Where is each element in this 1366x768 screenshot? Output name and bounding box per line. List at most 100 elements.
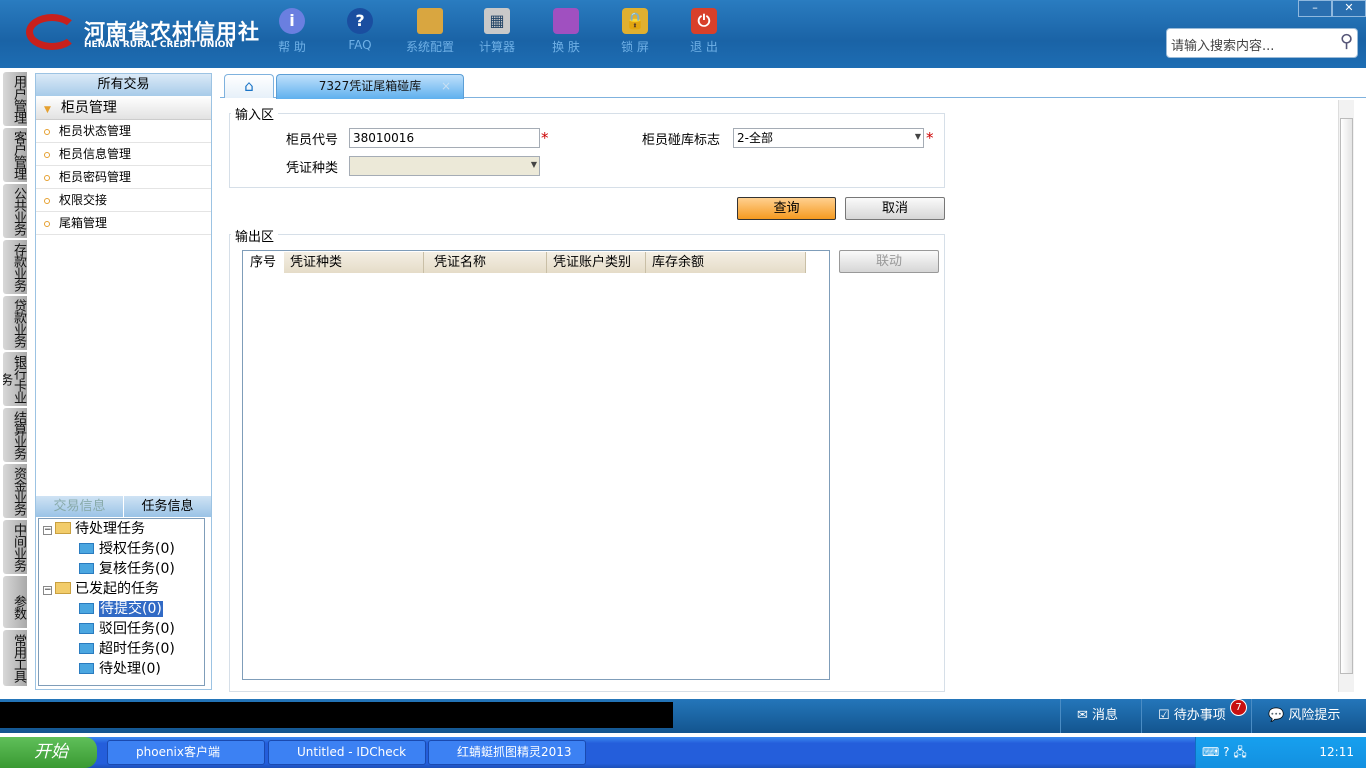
- result-table: 序号 凭证种类 凭证名称 凭证账户类别 库存余额: [242, 250, 830, 680]
- dropdown-arrow-icon: ▼: [530, 160, 537, 169]
- menu-label: 尾箱管理: [59, 216, 108, 230]
- vtab-tools[interactable]: 常用工具: [3, 630, 27, 686]
- vtab-settlement[interactable]: 结算业务: [3, 408, 27, 462]
- menu-label: 柜员密码管理: [59, 170, 132, 184]
- vtab-card[interactable]: 银行卡业务: [3, 352, 27, 406]
- help-button[interactable]: i 帮 助: [262, 8, 322, 55]
- settings-button[interactable]: 系统配置: [400, 8, 460, 55]
- vtab-public[interactable]: 公共业务: [3, 184, 27, 238]
- tab-label: 7327凭证尾箱碰库: [318, 79, 422, 93]
- tab-home[interactable]: ⌂: [224, 74, 274, 98]
- mail-icon: ✉: [1077, 708, 1093, 723]
- taskbar-item[interactable]: Untitled - IDCheck: [268, 740, 426, 765]
- tree-node[interactable]: 待处理(0): [79, 660, 161, 679]
- clock: 12:11: [1319, 745, 1354, 759]
- tree-node[interactable]: 复核任务(0): [79, 560, 175, 579]
- bullet-icon: [44, 221, 50, 227]
- tree-node-pending[interactable]: − 待处理任务: [43, 520, 145, 539]
- tool-label: 系统配置: [405, 40, 454, 54]
- menu-item[interactable]: 权限交接: [36, 189, 211, 212]
- tool-label: 换 肤: [552, 40, 580, 54]
- bullet-icon: [44, 198, 50, 204]
- group-label: 柜员管理: [60, 100, 117, 116]
- tab-task-info[interactable]: 任务信息: [123, 496, 211, 517]
- tree-node[interactable]: 驳回任务(0): [79, 620, 175, 639]
- tool-label: 退 出: [690, 40, 718, 54]
- keyboard-icon[interactable]: ⌨: [1202, 745, 1219, 759]
- col-header[interactable]: 库存余额: [646, 252, 806, 273]
- vtab-customer[interactable]: 客户管理: [3, 128, 27, 182]
- menu-item[interactable]: 柜员密码管理: [36, 166, 211, 189]
- node-label-selected: 待提交(0): [99, 601, 163, 617]
- tab-bar: ⌂ 7327凭证尾箱碰库 ×: [220, 72, 1366, 99]
- risk-button[interactable]: 💬 风险提示: [1251, 699, 1366, 733]
- menu-item[interactable]: 柜员信息管理: [36, 143, 211, 166]
- close-tab-icon[interactable]: ×: [441, 75, 451, 97]
- faq-button[interactable]: ? FAQ: [330, 8, 390, 52]
- tree-node-initiated[interactable]: − 已发起的任务: [43, 580, 159, 599]
- tab-active[interactable]: 7327凭证尾箱碰库 ×: [276, 74, 464, 99]
- voucher-type-select[interactable]: ▼: [349, 156, 540, 176]
- menu-label: 柜员状态管理: [59, 124, 132, 138]
- home-icon: ⌂: [244, 77, 254, 95]
- col-header[interactable]: 凭证种类: [284, 252, 424, 273]
- todo-button[interactable]: ☑ 待办事项 7: [1141, 699, 1251, 733]
- cancel-button[interactable]: 取消: [845, 197, 945, 220]
- exit-button[interactable]: ⏻ 退 出: [674, 8, 734, 55]
- lock-button[interactable]: 🔒 锁 屏: [605, 8, 665, 55]
- vtab-intermediary[interactable]: 中间业务: [3, 520, 27, 574]
- search-input[interactable]: 请输入搜索内容... ⚲: [1166, 28, 1358, 58]
- vtab-params[interactable]: 参数: [3, 576, 27, 628]
- power-icon: ⏻: [691, 8, 717, 34]
- menu-item[interactable]: 柜员状态管理: [36, 120, 211, 143]
- close-window-button[interactable]: ✕: [1332, 0, 1366, 17]
- menu-item[interactable]: 尾箱管理: [36, 212, 211, 235]
- help-tray-icon[interactable]: ?: [1223, 745, 1229, 759]
- col-header[interactable]: 序号: [244, 252, 284, 273]
- start-button[interactable]: 开始: [0, 737, 97, 768]
- tool-label: 帮 助: [278, 40, 306, 54]
- col-header[interactable]: 凭证名称: [424, 252, 547, 273]
- menu-group-teller[interactable]: ▼ 柜员管理: [36, 96, 211, 120]
- app-header: 河南省农村信用社 HENAN RURAL CREDIT UNION i帮 助 ?…: [0, 0, 1366, 68]
- panel-title: 所有交易: [36, 74, 211, 96]
- messages-button[interactable]: ✉ 消息: [1060, 699, 1140, 733]
- teller-code-input[interactable]: 38010016: [349, 128, 540, 148]
- skin-button[interactable]: 换 肤: [536, 8, 596, 55]
- node-label: 待处理任务: [75, 521, 145, 537]
- query-button[interactable]: 查询: [737, 197, 836, 220]
- vtab-fund[interactable]: 资金业务: [3, 464, 27, 518]
- search-icon[interactable]: ⚲: [1340, 31, 1353, 52]
- tree-node[interactable]: 授权任务(0): [79, 540, 175, 559]
- folder-icon: [79, 563, 94, 574]
- collapse-icon[interactable]: −: [43, 586, 52, 595]
- minimize-button[interactable]: –: [1298, 0, 1332, 17]
- taskbar-item[interactable]: phoenix客户端: [107, 740, 265, 765]
- collapse-icon[interactable]: −: [43, 526, 52, 535]
- col-header[interactable]: 凭证账户类别: [547, 252, 646, 273]
- status-label: 风险提示: [1288, 708, 1341, 723]
- teller-code-label: 柜员代号: [286, 133, 339, 148]
- folder-icon: [79, 603, 94, 614]
- required-icon: *: [926, 129, 934, 147]
- vtab-deposit[interactable]: 存款业务: [3, 240, 27, 294]
- flag-select[interactable]: 2-全部 ▼: [733, 128, 924, 148]
- node-label: 驳回任务(0): [99, 621, 175, 637]
- folder-icon: [79, 643, 94, 654]
- taskbar-item[interactable]: 红蜻蜓抓图精灵2013: [428, 740, 586, 765]
- bullet-icon: [44, 175, 50, 181]
- network-icon[interactable]: 🖧: [1233, 745, 1246, 759]
- link-button[interactable]: 联动: [839, 250, 939, 273]
- shirt-icon: [553, 8, 579, 34]
- vtab-user[interactable]: 用户管理: [3, 72, 27, 126]
- tree-node[interactable]: 待提交(0): [79, 600, 163, 619]
- vertical-scrollbar[interactable]: [1338, 100, 1354, 692]
- status-bar: ✉ 消息 ☑ 待办事项 7 💬 风险提示: [0, 699, 1366, 733]
- node-label: 超时任务(0): [99, 641, 175, 657]
- scroll-thumb[interactable]: [1340, 118, 1353, 674]
- tool-label: 计算器: [478, 40, 515, 54]
- vtab-loan[interactable]: 贷款业务: [3, 296, 27, 350]
- tab-transaction-info[interactable]: 交易信息: [36, 496, 123, 517]
- tree-node[interactable]: 超时任务(0): [79, 640, 175, 659]
- calculator-button[interactable]: ▦ 计算器: [467, 8, 527, 55]
